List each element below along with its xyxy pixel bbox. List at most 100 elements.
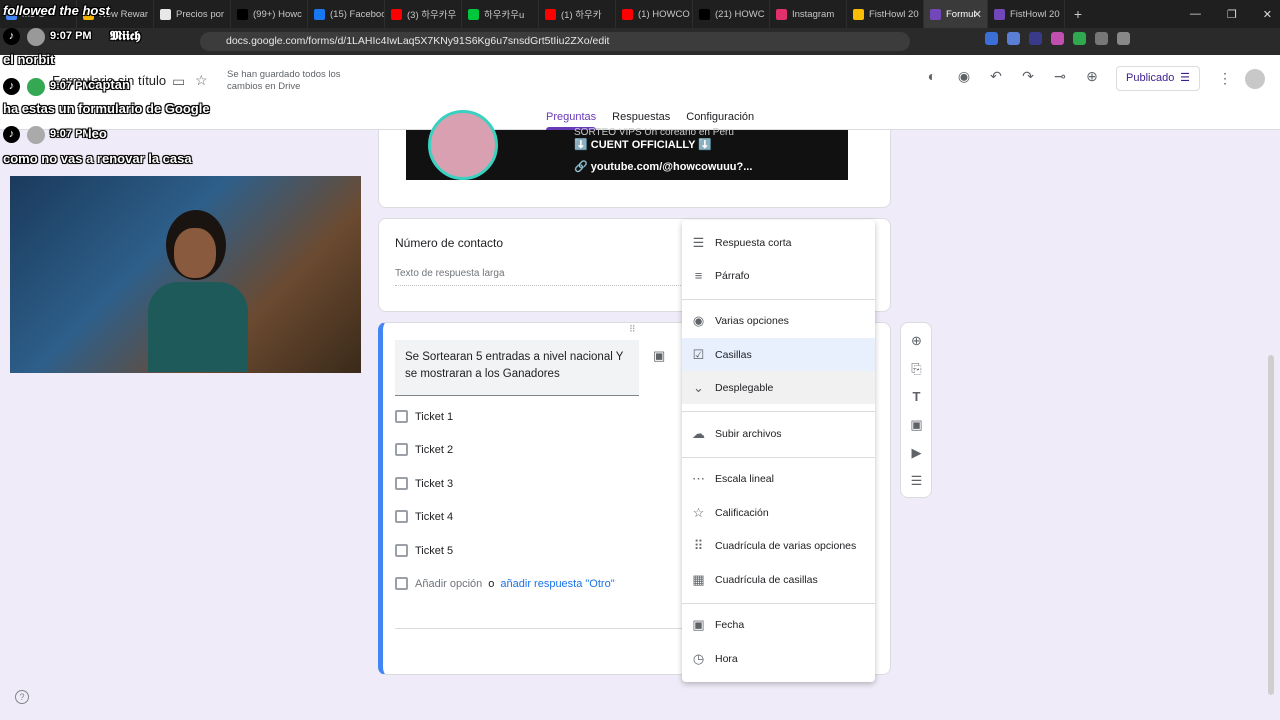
menu-item[interactable]: ≡ Párrafo [682, 259, 875, 292]
menu-item[interactable]: ⌄ Desplegable [682, 371, 875, 404]
menu-divider [682, 603, 875, 604]
browser-tab[interactable]: Formul ✕ [924, 0, 988, 28]
list-item[interactable]: Ticket 3 [395, 477, 453, 490]
menu-item[interactable]: ▣ Fecha [682, 608, 875, 641]
menu-item[interactable]: ▦ Cuadrícula de casillas [682, 563, 875, 596]
redo-icon[interactable]: ↷ [1021, 69, 1035, 83]
question-title-input[interactable]: Se Sortearan 5 entradas a nivel nacional… [395, 340, 639, 396]
add-other-button[interactable]: añadir respuesta "Otro" [500, 578, 614, 590]
menu-item[interactable]: ☑ Casillas [682, 338, 875, 371]
minimize-button[interactable]: — [1190, 8, 1201, 20]
extension-icon[interactable] [1117, 32, 1130, 45]
scrollbar[interactable] [1268, 355, 1274, 695]
option-label[interactable]: Ticket 4 [415, 511, 453, 523]
chat-time: 9:07 PM [50, 80, 92, 92]
tab-favicon-icon [930, 8, 941, 20]
browser-tab[interactable]: (1) HOWCO [616, 0, 693, 28]
tab-favicon-icon [160, 8, 171, 20]
header-actions: ◐ ◉ ↶ ↷ ⊸ ⊕ [925, 69, 1099, 83]
link-icon[interactable]: ⊸ [1053, 69, 1067, 83]
browser-tab[interactable]: (3) 하우카우 [385, 0, 462, 28]
menu-item[interactable]: ☰ Respuesta corta [682, 226, 875, 259]
add-option-button[interactable]: Añadir opción [415, 578, 482, 590]
drag-handle-icon[interactable]: ⠿ [629, 324, 637, 335]
maximize-button[interactable]: ❐ [1227, 8, 1237, 21]
linear-scale-icon: ⋯ [692, 471, 705, 486]
option-label[interactable]: Ticket 2 [415, 444, 453, 456]
star-icon[interactable]: ☆ [195, 72, 208, 89]
extension-icon[interactable] [1029, 32, 1042, 45]
tab-settings[interactable]: Configuración [686, 111, 754, 123]
menu-item-label: Cuadrícula de casillas [715, 573, 818, 586]
tab-responses[interactable]: Respuestas [612, 111, 670, 123]
more-options-icon[interactable]: ⋮ [1218, 70, 1232, 87]
tab-label: Instagram [792, 8, 835, 20]
menu-item[interactable]: ⋯ Escala lineal [682, 462, 875, 495]
option-label[interactable]: Ticket 5 [415, 545, 453, 557]
close-window-button[interactable]: ✕ [1263, 8, 1272, 21]
add-video-icon[interactable]: ▶ [909, 445, 924, 460]
browser-tab[interactable]: Instagram [770, 0, 847, 28]
chat-message: followed the host [3, 3, 110, 18]
avatar [27, 28, 45, 46]
browser-tab[interactable]: 하우카우u [462, 0, 539, 28]
list-item[interactable]: Ticket 1 [395, 410, 453, 423]
new-tab-button[interactable]: + [1065, 6, 1091, 22]
preview-icon[interactable]: ◉ [957, 69, 971, 83]
folder-icon[interactable]: ▭ [172, 73, 185, 90]
option-label[interactable]: Ticket 1 [415, 411, 453, 423]
menu-item-label: Párrafo [715, 269, 750, 282]
extension-icon[interactable] [1095, 32, 1108, 45]
extension-icon[interactable] [1007, 32, 1020, 45]
list-item[interactable]: Ticket 2 [395, 443, 453, 456]
browser-tab[interactable]: FistHowl 20 [988, 0, 1065, 28]
extension-icon[interactable] [1051, 32, 1064, 45]
close-tab-icon[interactable]: ✕ [973, 8, 982, 21]
browser-tab[interactable]: (99+) Howc [231, 0, 308, 28]
image-icon[interactable]: ▣ [653, 348, 665, 364]
tab-favicon-icon [699, 8, 710, 20]
list-item[interactable]: Ticket 4 [395, 510, 453, 523]
menu-item[interactable]: ☁ Subir archivos [682, 417, 875, 450]
menu-item[interactable]: ◉ Varias opciones [682, 304, 875, 337]
menu-item[interactable]: ☆ Calificación [682, 496, 875, 529]
radio-icon: ◉ [692, 313, 705, 328]
import-questions-icon[interactable]: ⎘ [909, 361, 924, 376]
extension-icon[interactable] [985, 32, 998, 45]
browser-tab[interactable]: Precios por [154, 0, 231, 28]
checkbox-icon [395, 510, 408, 523]
help-icon[interactable]: ? [15, 690, 29, 704]
answer-hint: Texto de respuesta larga [395, 268, 505, 279]
browser-tab[interactable]: (1) 하우카 [539, 0, 616, 28]
url-input[interactable]: docs.google.com/forms/d/1LAHIc4IwLaq5X7K… [200, 32, 910, 51]
browser-tab[interactable]: FistHowl 20 [847, 0, 924, 28]
menu-divider [682, 411, 875, 412]
publish-button[interactable]: Publicado ☰ [1116, 66, 1200, 91]
short-text-icon: ☰ [692, 235, 705, 250]
add-question-icon[interactable]: ⊕ [909, 333, 924, 348]
menu-item[interactable]: ⠿ Cuadrícula de varias opciones [682, 529, 875, 562]
avatar [27, 126, 45, 144]
add-section-icon[interactable]: ☰ [909, 473, 924, 488]
tab-favicon-icon [994, 8, 1005, 20]
list-item[interactable]: Ticket 5 [395, 544, 453, 557]
window-controls: — ❐ ✕ [1190, 0, 1272, 28]
option-label[interactable]: Ticket 3 [415, 478, 453, 490]
extension-icon[interactable] [1073, 32, 1086, 45]
tab-questions[interactable]: Preguntas [546, 111, 597, 130]
tab-favicon-icon [237, 8, 248, 20]
undo-icon[interactable]: ↶ [989, 69, 1003, 83]
browser-tab[interactable]: (21) HOWC [693, 0, 770, 28]
add-image-icon[interactable]: ▣ [909, 417, 924, 432]
browser-tab[interactable]: (15) Faceboo [308, 0, 385, 28]
dropdown-icon: ⌄ [693, 380, 704, 395]
add-collaborator-icon[interactable]: ⊕ [1085, 69, 1099, 83]
add-title-icon[interactable]: T [909, 389, 924, 404]
extension-icons [985, 32, 1130, 45]
menu-item-label: Calificación [715, 506, 769, 519]
form-nav-tabs: Preguntas Respuestas Configuración [546, 111, 754, 130]
avatar[interactable] [1245, 69, 1265, 89]
palette-icon[interactable]: ◐ [925, 69, 939, 83]
menu-item[interactable]: ◷ Hora [682, 642, 875, 675]
tab-favicon-icon [468, 8, 479, 20]
